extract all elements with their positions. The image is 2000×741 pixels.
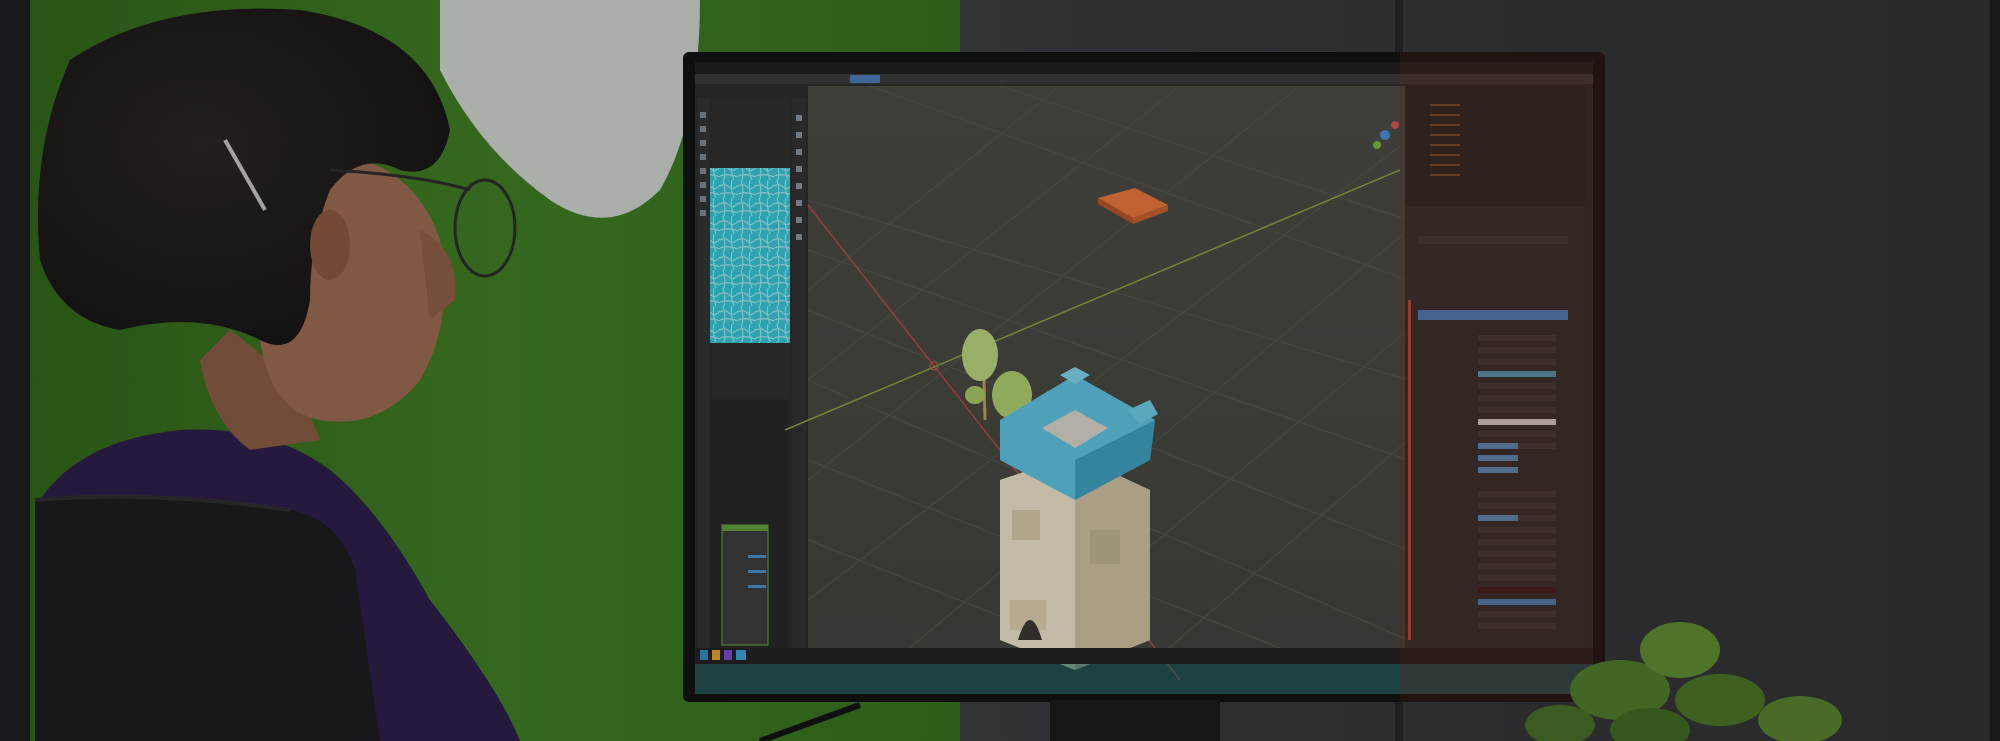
- right-edge: [1990, 0, 2000, 741]
- tower: [1000, 367, 1158, 670]
- photo-canvas: [0, 0, 2000, 741]
- chair: [35, 496, 380, 741]
- photo-scene: [0, 0, 2000, 741]
- left-frame: [0, 0, 30, 741]
- monitor: [683, 52, 1605, 702]
- monitor-stand: [1050, 700, 1220, 741]
- texture-preview: [710, 168, 790, 343]
